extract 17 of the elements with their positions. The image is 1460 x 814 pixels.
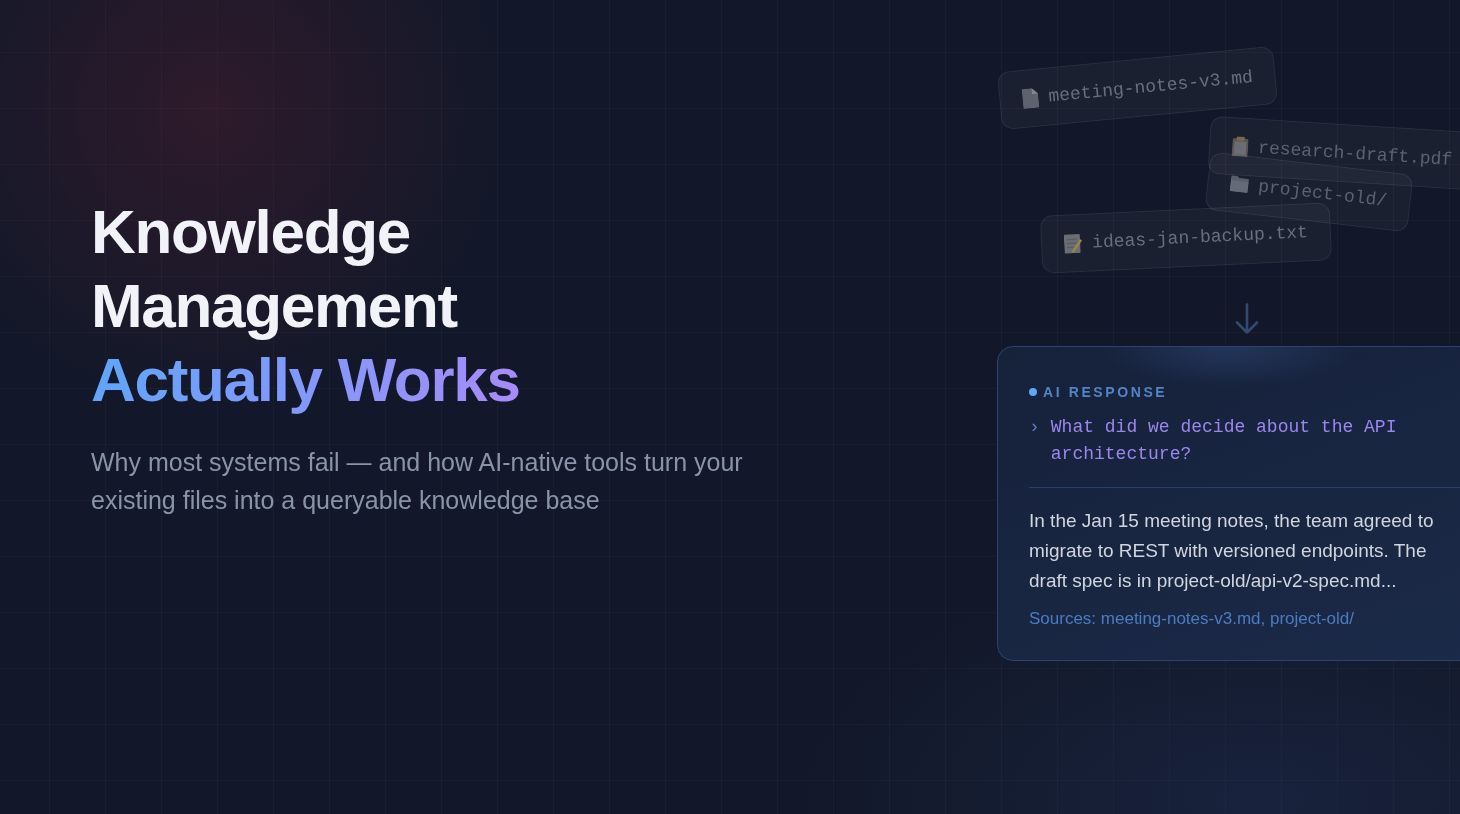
headline: Knowledge <box>91 196 410 268</box>
prompt-marker: › <box>1029 416 1040 439</box>
headline: Management <box>91 270 457 342</box>
clipboard-icon <box>1231 136 1249 158</box>
subtitle-text: Why most systems fail — and how AI-native tools turn your existing files into a queryable knowledge base <box>91 447 744 516</box>
card-label: AI RESPONSE <box>1043 383 1168 401</box>
folder-icon <box>1229 175 1250 194</box>
sources-text: Sources: meeting-notes-v3.md, project-old/ <box>1029 608 1355 630</box>
file-name: research-draft.pdf <box>1257 136 1453 171</box>
question-text: What did we decide about the API architecture? <box>1050 416 1398 466</box>
document-icon <box>1021 87 1040 110</box>
arrow-down-icon <box>1235 303 1259 335</box>
answer-text: In the Jan 15 meeting notes, the team agreed to migrate to REST with versioned endpoints. The draft spec is in project-old/api-v2-spec.md... <box>1029 509 1435 593</box>
file-name: ideas-jan-backup.txt <box>1091 221 1309 254</box>
dot-icon <box>1029 388 1037 396</box>
file-name: project-old/ <box>1257 175 1389 212</box>
notepad-icon <box>1063 232 1083 254</box>
